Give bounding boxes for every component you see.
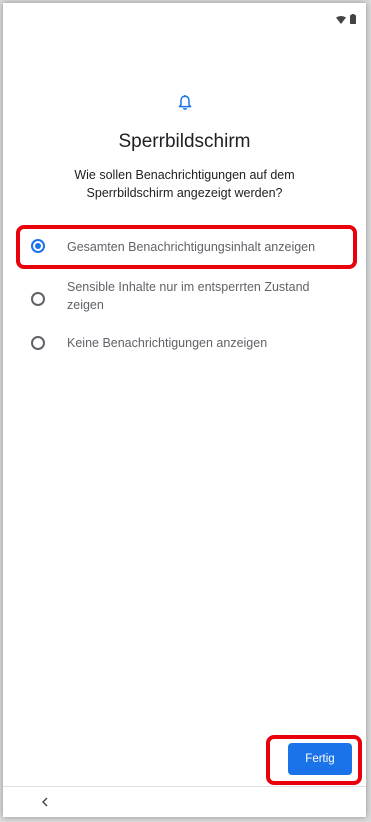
- option-hide-sensitive[interactable]: Sensible Inhalte nur im entsperrten Zust…: [3, 277, 366, 325]
- bell-icon: [178, 95, 192, 116]
- header-icon-wrap: [3, 95, 366, 116]
- wifi-icon: [336, 11, 346, 29]
- navigation-bar: [3, 786, 366, 817]
- option-label-hide-sensitive: Sensible Inhalte nur im entsperrten Zust…: [67, 280, 310, 312]
- page-title: Sperrbildschirm: [118, 131, 251, 152]
- status-icons: [336, 11, 356, 29]
- option-label-show-all: Gesamten Benachrichtigungsinhalt anzeige…: [67, 240, 316, 254]
- phone-screen: Sperrbildschirm Wie sollen Benachrichtig…: [3, 3, 366, 817]
- battery-icon: [350, 11, 356, 29]
- option-show-all[interactable]: Gesamten Benachrichtigungsinhalt anzeige…: [3, 229, 366, 265]
- back-chevron-icon[interactable]: [37, 794, 53, 810]
- radio-show-all[interactable]: [31, 239, 45, 253]
- radio-hide-sensitive[interactable]: [31, 292, 45, 306]
- status-bar: [3, 3, 366, 29]
- option-none[interactable]: Keine Benachrichtigungen anzeigen: [3, 333, 366, 369]
- done-button[interactable]: Fertig: [288, 743, 352, 775]
- radio-none[interactable]: [31, 336, 45, 350]
- page-subtitle: Wie sollen Benachrichtigungen auf dem Sp…: [74, 168, 295, 200]
- option-label-none: Keine Benachrichtigungen anzeigen: [67, 336, 268, 350]
